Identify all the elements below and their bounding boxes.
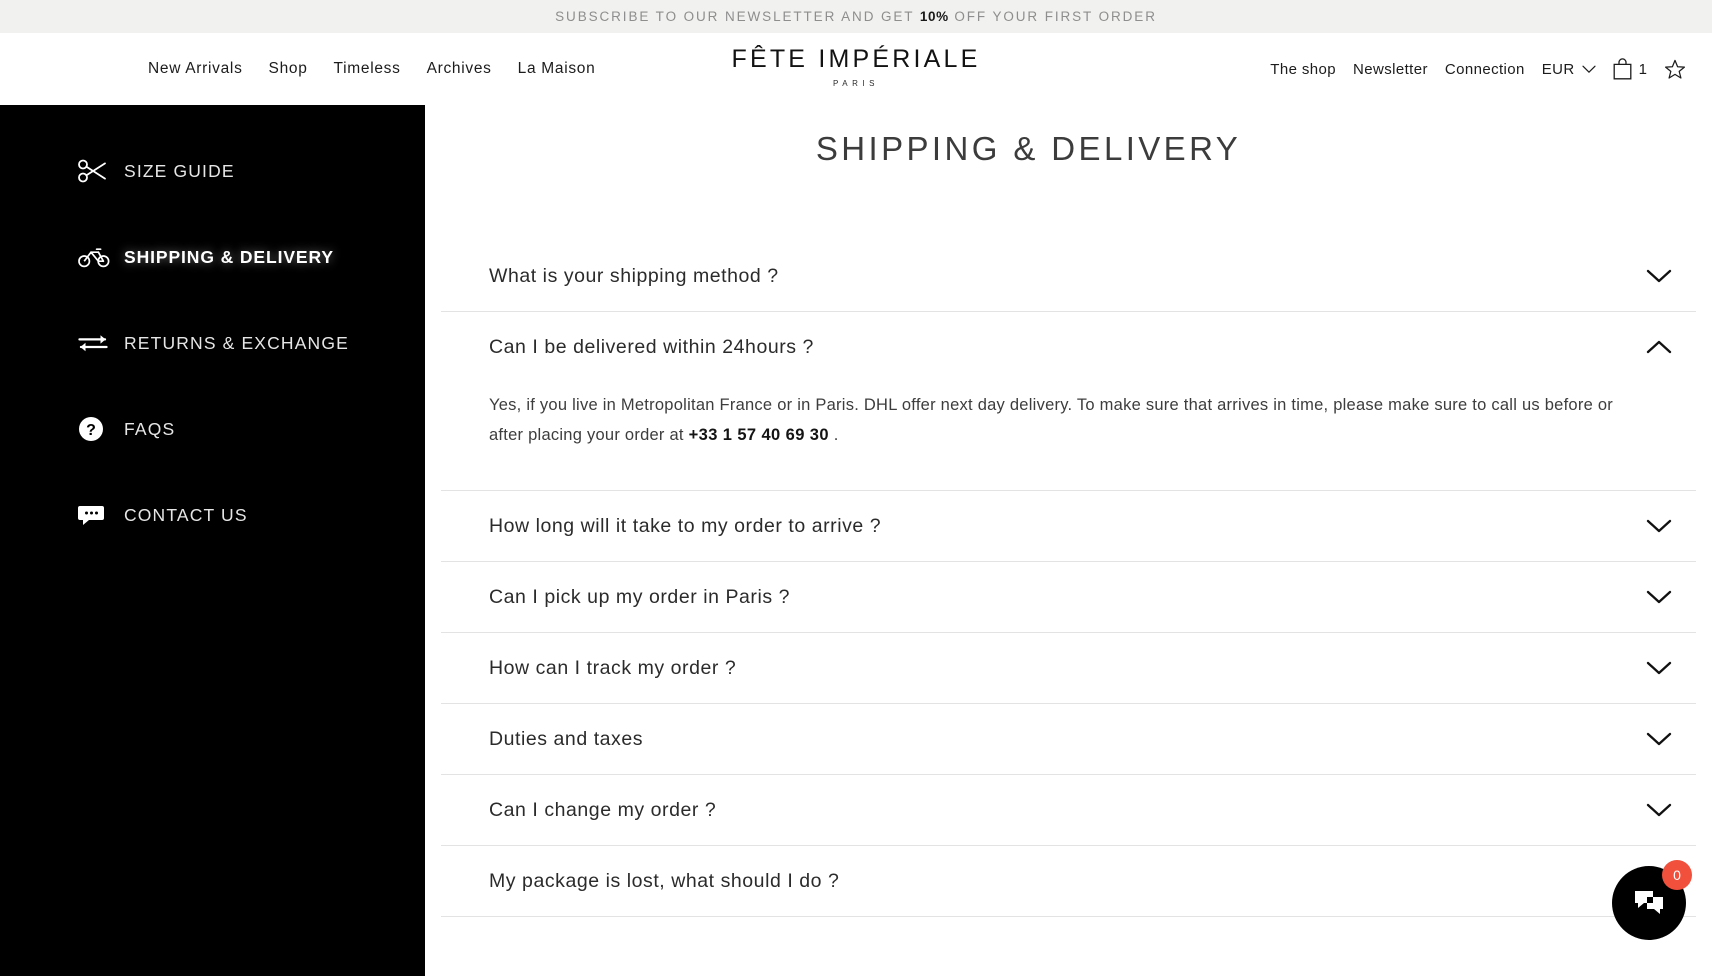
chat-unread-badge: 0 [1662,860,1692,890]
chevron-down-icon [1646,803,1672,817]
question-circle-icon: ? [78,416,112,442]
page-title: SHIPPING & DELIVERY [815,130,1242,167]
faq-question-toggle[interactable]: How can I track my order ? [441,633,1696,703]
sidebar-item-label: SHIPPING & DELIVERY [124,246,334,267]
site-header: New Arrivals Shop Timeless Archives La M… [0,33,1712,105]
faq-question-text: Can I pick up my order in Paris ? [489,585,791,608]
faq-item: Duties and taxes [441,703,1696,774]
announcement-bar: SUBSCRIBE TO OUR NEWSLETTER AND GET 10% … [0,0,1712,33]
chevron-down-icon [1582,65,1596,74]
faq-item: My package is lost, what should I do ? [441,845,1696,916]
announcement-prefix: SUBSCRIBE TO OUR NEWSLETTER AND GET [555,9,920,24]
faq-question-toggle[interactable]: Can I change my order ? [441,775,1696,845]
svg-text:?: ? [86,422,96,439]
faq-item: Can I pick up my order in Paris ? [441,561,1696,632]
faq-question-toggle[interactable]: What is your shipping method ? [441,241,1696,311]
faq-question-text: How long will it take to my order to arr… [489,514,882,537]
faq-item: What is your shipping method ? [441,241,1696,311]
faq-answer-phone: +33 1 57 40 69 30 [688,426,829,444]
faq-question-toggle[interactable]: How long will it take to my order to arr… [441,491,1696,561]
faq-list-bottom-divider [441,916,1696,917]
faq-answer-panel: Yes, if you live in Metropolitan France … [441,382,1696,490]
primary-navigation: New Arrivals Shop Timeless Archives La M… [148,60,595,78]
faq-question-text: Can I be delivered within 24hours ? [489,335,814,358]
star-icon[interactable] [1664,59,1686,80]
exchange-arrows-icon [78,333,112,353]
nav-item-shop[interactable]: Shop [269,60,308,78]
faq-item: Can I change my order ? [441,774,1696,845]
nav-item-new-arrivals[interactable]: New Arrivals [148,60,243,78]
chat-bubble-icon [78,503,112,527]
announcement-highlight: 10% [919,9,949,24]
announcement-suffix: OFF YOUR FIRST ORDER [948,9,1157,24]
chevron-up-icon [1646,340,1672,354]
chevron-down-icon [1646,519,1672,533]
main-content: SHIPPING & DELIVERY What is your shippin… [425,105,1712,976]
faq-question-toggle[interactable]: Can I pick up my order in Paris ? [441,562,1696,632]
chevron-down-icon [1646,732,1672,746]
scissors-icon [78,158,112,184]
faq-question-text: How can I track my order ? [489,656,737,679]
chevron-down-icon [1646,661,1672,675]
faq-answer-text: Yes, if you live in Metropolitan France … [489,390,1636,450]
sidebar-item-contact-us[interactable]: CONTACT US [0,472,425,558]
currency-value: EUR [1541,60,1575,78]
shopping-bag-icon [1613,58,1632,80]
sidebar-item-faqs[interactable]: ? FAQS [0,386,425,472]
nav-item-the-shop[interactable]: The shop [1270,61,1336,78]
chevron-down-icon [1646,590,1672,604]
brand-tagline: PARIS [833,79,879,88]
brand-name: FÊTE IMPÉRIALE [731,45,981,73]
nav-item-archives[interactable]: Archives [427,60,492,78]
sidebar-item-returns-exchange[interactable]: RETURNS & EXCHANGE [0,300,425,386]
sidebar-item-label: FAQS [124,418,176,439]
chat-widget: 0 [1612,860,1692,940]
sidebar-item-label: CONTACT US [124,504,248,525]
faq-question-toggle[interactable]: Duties and taxes [441,704,1696,774]
faq-question-text: Duties and taxes [489,727,644,750]
chevron-down-icon [1646,269,1672,283]
currency-selector[interactable]: EUR [1542,61,1596,78]
sidebar-item-shipping-delivery[interactable]: SHIPPING & DELIVERY [0,214,425,300]
sidebar-item-label: RETURNS & EXCHANGE [124,332,349,353]
sidebar-item-label: SIZE GUIDE [124,160,235,181]
page-body: SIZE GUIDE SHIPPING & DELIVERY RETURNS &… [0,105,1712,976]
faq-accordion: What is your shipping method ? Can I be … [441,241,1696,917]
brand-logo[interactable]: FÊTE IMPÉRIALE PARIS [731,45,981,89]
sidebar: SIZE GUIDE SHIPPING & DELIVERY RETURNS &… [0,105,425,976]
chat-bubble-icon [1632,888,1666,918]
bicycle-icon [78,246,112,268]
sidebar-item-size-guide[interactable]: SIZE GUIDE [0,128,425,214]
cart-button[interactable]: 1 [1613,58,1647,80]
faq-item: How can I track my order ? [441,632,1696,703]
nav-item-timeless[interactable]: Timeless [334,60,401,78]
utility-navigation: The shop Newsletter Connection EUR 1 [1270,58,1686,80]
faq-question-text: My package is lost, what should I do ? [489,869,840,892]
faq-answer-before: Yes, if you live in Metropolitan France … [489,396,1614,444]
nav-item-la-maison[interactable]: La Maison [518,60,596,78]
nav-item-connection[interactable]: Connection [1445,61,1525,78]
faq-question-text: Can I change my order ? [489,798,717,821]
faq-question-toggle[interactable]: My package is lost, what should I do ? [441,846,1696,916]
nav-item-newsletter[interactable]: Newsletter [1353,61,1428,78]
faq-question-toggle[interactable]: Can I be delivered within 24hours ? [441,312,1696,382]
faq-item: Can I be delivered within 24hours ? Yes,… [441,311,1696,490]
announcement-text: SUBSCRIBE TO OUR NEWSLETTER AND GET 10% … [555,9,1157,24]
cart-count: 1 [1638,60,1647,78]
faq-answer-after: . [828,426,839,444]
faq-item: How long will it take to my order to arr… [441,490,1696,561]
faq-question-text: What is your shipping method ? [489,264,779,287]
